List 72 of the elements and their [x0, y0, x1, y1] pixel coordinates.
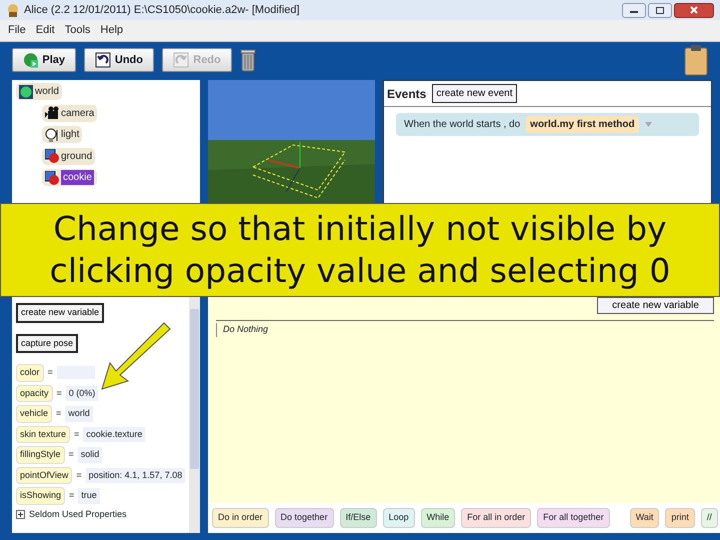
statement-tile[interactable]: If/Else	[340, 508, 377, 528]
property-name[interactable]: skin texture	[16, 426, 70, 443]
menu-item[interactable]: Help	[100, 22, 124, 39]
property-value[interactable]: 0 (0%)	[66, 386, 98, 401]
globe-icon	[19, 84, 33, 98]
clipboard-icon	[684, 44, 708, 76]
panel-button[interactable]: create new variable	[16, 303, 104, 322]
statement-tile[interactable]: For all in order	[461, 508, 532, 528]
operator: =	[68, 448, 74, 461]
property-name[interactable]: fillingStyle	[16, 446, 65, 464]
minimize-button[interactable]	[622, 2, 646, 18]
menu-item[interactable]: File	[8, 22, 26, 39]
close-icon	[690, 6, 698, 14]
create-event-button[interactable]: create new event	[432, 84, 517, 103]
event-text: When the world starts , do	[404, 118, 520, 132]
expand-icon	[16, 510, 25, 519]
play-button[interactable]: Play	[12, 48, 76, 72]
window-title: Alice (2.2 12/01/2011) E:\CS1050\cookie.a2w- [Modified]	[24, 2, 300, 18]
tree-node[interactable]: world	[16, 83, 62, 100]
app-icon	[6, 3, 20, 17]
tree-node[interactable]: light	[42, 126, 82, 143]
event-block[interactable]: When the world starts , do world.my first method	[396, 113, 699, 136]
property-value[interactable]: position: 4.1, 1.57, 7.08	[86, 468, 186, 483]
operator: =	[69, 489, 74, 502]
property-name[interactable]: isShowing	[16, 487, 66, 504]
maximize-icon	[656, 6, 664, 14]
menu-item[interactable]: Edit	[36, 22, 55, 39]
statement-tile[interactable]: Wait	[630, 508, 660, 528]
statement-tile[interactable]: Do together	[274, 508, 334, 528]
property-value[interactable]: true	[78, 488, 100, 504]
operator: =	[56, 386, 62, 400]
trash-icon	[240, 48, 256, 72]
scrollbar[interactable]	[189, 297, 200, 533]
camera-icon	[45, 106, 59, 120]
shapes-icon	[45, 170, 59, 184]
undo-icon	[95, 52, 111, 68]
property-value[interactable]: solid	[78, 447, 102, 462]
tree-node[interactable]: ground	[42, 148, 96, 164]
maximize-button[interactable]	[648, 2, 672, 18]
shapes-icon	[45, 149, 59, 163]
redo-icon	[173, 52, 190, 68]
section-label[interactable]: Seldom Used Properties	[29, 508, 127, 521]
play-icon	[23, 52, 38, 68]
property-name[interactable]: pointOfView	[16, 466, 72, 484]
operator: =	[48, 366, 53, 379]
tree-node[interactable]: cookie	[42, 169, 97, 186]
operator: =	[74, 428, 80, 440]
property-name[interactable]: opacity	[16, 384, 53, 402]
statement-tile[interactable]: print	[665, 508, 695, 528]
method-field[interactable]: world.my first method	[526, 116, 639, 133]
caption-text: Change so that initially not visible by clicking opacity value and selecting 0	[0, 203, 720, 297]
statement-text: Do Nothing	[216, 323, 268, 336]
statement-tile[interactable]: Do in order	[212, 508, 269, 528]
dropdown-icon	[644, 122, 652, 127]
property-value[interactable]: world	[65, 406, 93, 422]
property-name[interactable]: vehicle	[16, 405, 52, 422]
operator: =	[76, 468, 82, 482]
menu-item[interactable]: Tools	[64, 22, 90, 39]
undo-button[interactable]: Undo	[84, 48, 154, 72]
tree-node[interactable]: camera	[42, 104, 98, 122]
property-value[interactable]: cookie.texture	[83, 426, 146, 442]
statement-tile[interactable]: Loop	[382, 508, 415, 528]
panel-title: Events	[387, 86, 426, 102]
property-name[interactable]: color	[16, 364, 44, 382]
statement-tile[interactable]: For all together	[537, 508, 610, 528]
create-variable-button[interactable]: create new variable	[597, 297, 714, 314]
statement-tile[interactable]: //	[700, 508, 718, 528]
light-bulb-icon	[45, 128, 59, 142]
statement-tile[interactable]: While	[420, 508, 456, 528]
operator: =	[56, 407, 62, 420]
close-button[interactable]	[674, 2, 714, 18]
panel-button[interactable]: capture pose	[16, 334, 78, 353]
